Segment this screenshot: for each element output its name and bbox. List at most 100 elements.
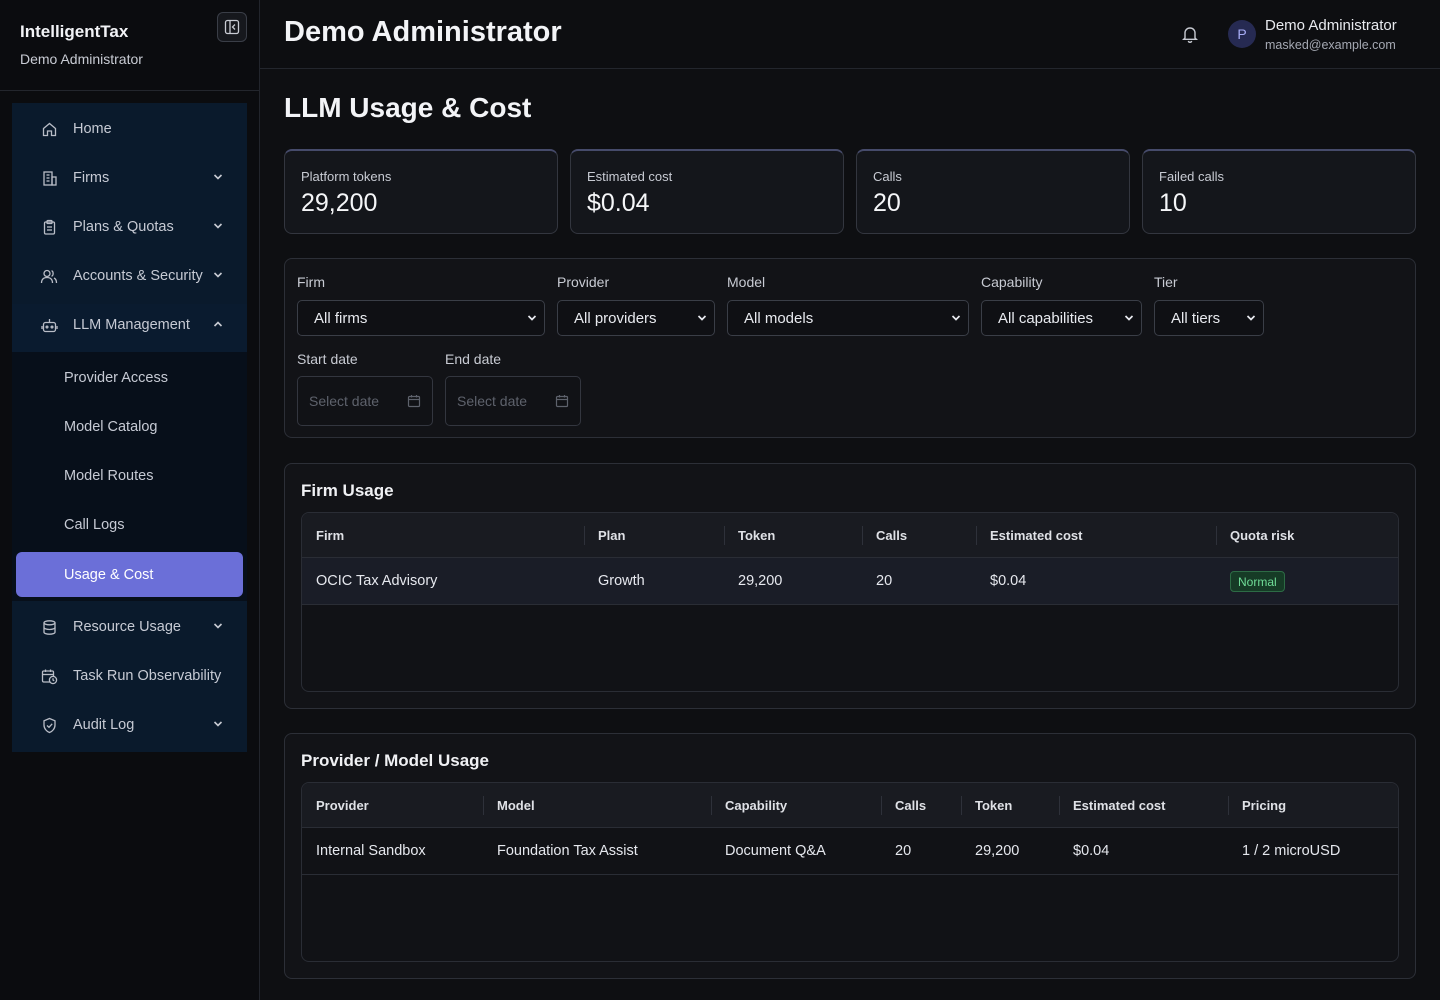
stat-value: 10: [1159, 189, 1187, 217]
sidebar-subitem-model-routes[interactable]: Model Routes: [12, 454, 247, 498]
sidebar-subitem-model-catalog[interactable]: Model Catalog: [12, 405, 247, 449]
stat-label: Failed calls: [1159, 169, 1225, 184]
sidebar-subitem-label: Model Routes: [64, 468, 154, 484]
firm-usage-title: Firm Usage: [301, 481, 394, 500]
column-header[interactable]: Estimated cost: [1073, 798, 1165, 813]
sidebar-item-firms[interactable]: Firms: [12, 155, 247, 201]
column-header[interactable]: Token: [975, 798, 1012, 813]
clipboard-icon: [40, 218, 58, 236]
chevron-down-icon: [213, 223, 223, 229]
column-header[interactable]: Calls: [876, 528, 907, 543]
chevron-down-icon: [213, 272, 223, 278]
sidebar-item-label: Home: [73, 121, 112, 137]
cell-token: 29,200: [975, 843, 1020, 859]
brand-subtitle: Demo Administrator: [20, 51, 143, 67]
column-header[interactable]: Quota risk: [1230, 528, 1294, 543]
cell-model: Foundation Tax Assist: [497, 843, 638, 859]
sidebar-item-task-run-observability[interactable]: Task Run Observability: [12, 653, 247, 699]
sidebar-item-accounts-security[interactable]: Accounts & Security: [12, 253, 247, 299]
sidebar-item-llm-management[interactable]: LLM Management: [12, 302, 247, 348]
tier-select-value: All tiers: [1171, 309, 1221, 327]
database-icon: [40, 618, 58, 636]
model-select[interactable]: All models: [727, 300, 969, 336]
stat-card-estimated-cost: Estimated cost $0.04: [570, 149, 844, 234]
firm-usage-card: Firm Usage Firm Plan Token Calls Estimat…: [284, 463, 1416, 709]
sidebar-subitem-label: Usage & Cost: [64, 566, 154, 583]
tier-select[interactable]: All tiers: [1154, 300, 1264, 336]
chevron-down-icon: [527, 315, 537, 321]
table-row[interactable]: Internal Sandbox Foundation Tax Assist D…: [302, 828, 1398, 875]
model-select-value: All models: [744, 309, 814, 327]
users-icon: [40, 267, 58, 285]
home-icon: [40, 120, 58, 138]
provider-filter-label: Provider: [557, 274, 610, 290]
stat-card-platform-tokens: Platform tokens 29,200: [284, 149, 558, 234]
cell-capability: Document Q&A: [725, 843, 826, 859]
capability-select[interactable]: All capabilities: [981, 300, 1142, 336]
column-header[interactable]: Estimated cost: [990, 528, 1082, 543]
column-separator: [483, 796, 484, 815]
column-separator: [881, 796, 882, 815]
stat-label: Estimated cost: [587, 169, 673, 184]
end-date-input[interactable]: Select date: [445, 376, 581, 426]
stat-value: 20: [873, 189, 901, 217]
sidebar-nav: Home Firms Plans & Quotas Accounts & Sec…: [12, 103, 247, 752]
column-header[interactable]: Token: [738, 528, 775, 543]
stat-card-failed-calls: Failed calls 10: [1142, 149, 1416, 234]
column-header[interactable]: Provider: [316, 798, 369, 813]
user-email: masked@example.com: [1265, 38, 1396, 52]
provider-select-value: All providers: [574, 309, 657, 327]
start-date-input[interactable]: Select date: [297, 376, 433, 426]
column-header[interactable]: Capability: [725, 798, 787, 813]
cell-firm: OCIC Tax Advisory: [316, 573, 438, 589]
column-separator: [976, 526, 977, 545]
sidebar-subitem-usage-cost[interactable]: Usage & Cost: [16, 552, 243, 597]
sidebar-item-home[interactable]: Home: [12, 106, 247, 152]
cell-plan: Growth: [598, 573, 645, 589]
avatar[interactable]: P: [1228, 20, 1256, 48]
column-header[interactable]: Firm: [316, 528, 344, 543]
end-date-label: End date: [445, 351, 502, 367]
table-row[interactable]: OCIC Tax Advisory Growth 29,200 20 $0.04…: [302, 558, 1398, 605]
capability-filter-label: Capability: [981, 274, 1043, 290]
column-separator: [711, 796, 712, 815]
sidebar-collapse-icon: [224, 19, 240, 35]
stat-card-calls: Calls 20: [856, 149, 1130, 234]
start-date-placeholder: Select date: [309, 393, 380, 409]
column-header[interactable]: Calls: [895, 798, 926, 813]
column-separator: [1216, 526, 1217, 545]
chevron-down-icon: [697, 315, 707, 321]
user-name[interactable]: Demo Administrator: [1265, 17, 1397, 34]
bell-icon[interactable]: [1180, 24, 1200, 44]
robot-icon: [40, 316, 58, 334]
calendar-clock-icon: [40, 667, 58, 685]
collapse-sidebar-button[interactable]: [217, 12, 247, 42]
sidebar-subitem-call-logs[interactable]: Call Logs: [12, 503, 247, 547]
sidebar-subitem-provider-access[interactable]: Provider Access: [12, 356, 247, 400]
column-separator: [724, 526, 725, 545]
chevron-down-icon: [1124, 315, 1134, 321]
building-icon: [40, 169, 58, 187]
firm-select[interactable]: All firms: [297, 300, 545, 336]
sidebar-item-resource-usage[interactable]: Resource Usage: [12, 604, 247, 650]
model-filter-label: Model: [727, 274, 766, 290]
provider-model-usage-card: Provider / Model Usage Provider Model Ca…: [284, 733, 1416, 979]
cell-pricing: 1 / 2 microUSD: [1242, 843, 1341, 859]
sidebar-item-label: Firms: [73, 170, 110, 186]
sidebar-item-plans-quotas[interactable]: Plans & Quotas: [12, 204, 247, 250]
firm-select-value: All firms: [314, 309, 368, 327]
table-header: Provider Model Capability Calls Token Es…: [302, 783, 1398, 828]
column-separator: [1059, 796, 1060, 815]
column-header[interactable]: Pricing: [1242, 798, 1286, 813]
sidebar-item-audit-log[interactable]: Audit Log: [12, 702, 247, 748]
column-header[interactable]: Model: [497, 798, 535, 813]
sidebar-subitem-label: Provider Access: [64, 370, 168, 386]
cell-provider: Internal Sandbox: [316, 843, 426, 859]
firm-filter-label: Firm: [297, 274, 325, 290]
chevron-down-icon: [213, 721, 223, 727]
column-header[interactable]: Plan: [598, 528, 625, 543]
stat-label: Platform tokens: [301, 169, 392, 184]
provider-select[interactable]: All providers: [557, 300, 715, 336]
capability-select-value: All capabilities: [998, 309, 1094, 327]
tier-filter-label: Tier: [1154, 274, 1178, 290]
